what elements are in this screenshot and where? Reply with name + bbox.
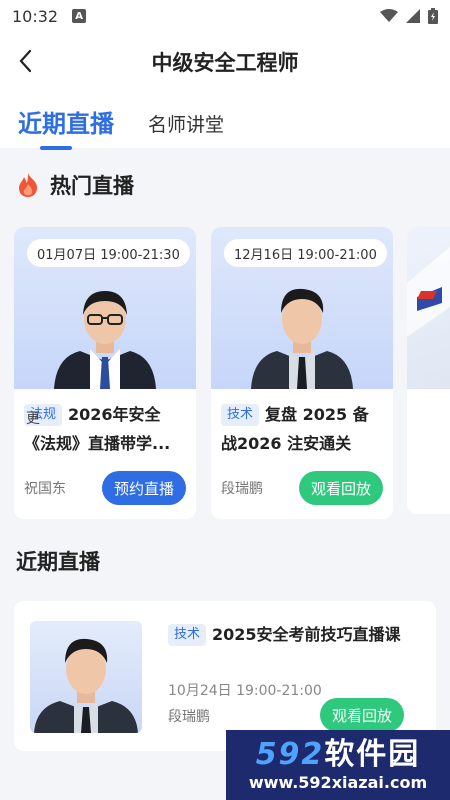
- category-tag: 技术: [221, 404, 260, 426]
- live-card[interactable]: 12月16日 19:00-21:00 技术 复盘 2025 备战2026 注安通关…: [211, 227, 393, 519]
- teacher-name: 祝国东: [24, 481, 66, 497]
- section-title: 热门直播: [50, 174, 134, 198]
- logo-graphic: [407, 247, 450, 337]
- teacher-name: 段瑞鹏: [168, 709, 210, 725]
- notification-icon: A: [72, 9, 87, 23]
- live-card[interactable]: 01月07日 19:00-21:30 法规 2026年安全《法规》直播带学... …: [14, 227, 196, 519]
- teacher-photo: [30, 621, 142, 733]
- watermark-url: www.592xiazai.com: [248, 773, 428, 792]
- fire-icon: [19, 173, 38, 197]
- recent-live-item[interactable]: 技术 2025安全考前技巧直播课 10月24日 19:00-21:00 段瑞鹏 观…: [14, 601, 436, 751]
- card-thumbnail: 12月16日 19:00-21:00: [211, 227, 393, 389]
- date-badge: 01月07日 19:00-21:30: [27, 239, 190, 267]
- wifi-icon: [380, 9, 398, 22]
- page-title: 中级安全工程师: [151, 51, 299, 75]
- hot-live-header: 热门直播: [16, 170, 134, 200]
- teacher-photo: [251, 288, 353, 389]
- watermark-brand: 592软件园: [255, 737, 421, 772]
- category-tag: 技术: [168, 624, 207, 646]
- reserve-live-button[interactable]: 预约直播: [101, 471, 186, 505]
- tab-recent-live[interactable]: 近期直播: [18, 104, 114, 150]
- section-title: 近期直播: [16, 550, 100, 574]
- more-thumbnail: [407, 227, 450, 389]
- card-title: 法规 2026年安全《法规》直播带学...: [24, 400, 186, 458]
- tab-famous-teachers[interactable]: 名师讲堂: [148, 110, 224, 137]
- recent-item-title: 技术 2025安全考前技巧直播课: [168, 621, 401, 646]
- teacher-name: 段瑞鹏: [221, 481, 263, 497]
- site-watermark: 592软件园 www.592xiazai.com: [226, 730, 450, 800]
- card-title: 技术复盘 2025 备战2026 注安通关攻...: [221, 400, 383, 458]
- teacher-photo-illustration: [34, 638, 138, 733]
- more-label[interactable]: 更: [26, 408, 40, 428]
- card-thumbnail: 01月07日 19:00-21:30: [14, 227, 196, 389]
- teacher-photo: [54, 291, 156, 389]
- signal-icon: [406, 9, 420, 23]
- status-bar: 10:32 A: [0, 0, 450, 32]
- status-time: 10:32: [12, 6, 59, 26]
- more-card[interactable]: [407, 227, 450, 514]
- app-header: 中级安全工程师: [0, 32, 450, 90]
- date-badge: 12月16日 19:00-21:00: [224, 239, 387, 267]
- battery-icon: [428, 8, 438, 24]
- tab-indicator: [40, 146, 72, 150]
- watch-replay-button[interactable]: 观看回放: [298, 471, 383, 505]
- tab-label: 近期直播: [18, 110, 114, 138]
- tab-bar: 近期直播 名师讲堂: [0, 90, 450, 150]
- recent-item-title-text: 2025安全考前技巧直播课: [212, 625, 401, 644]
- watch-replay-button[interactable]: 观看回放: [320, 698, 405, 732]
- recent-item-date: 10月24日 19:00-21:00: [168, 683, 322, 699]
